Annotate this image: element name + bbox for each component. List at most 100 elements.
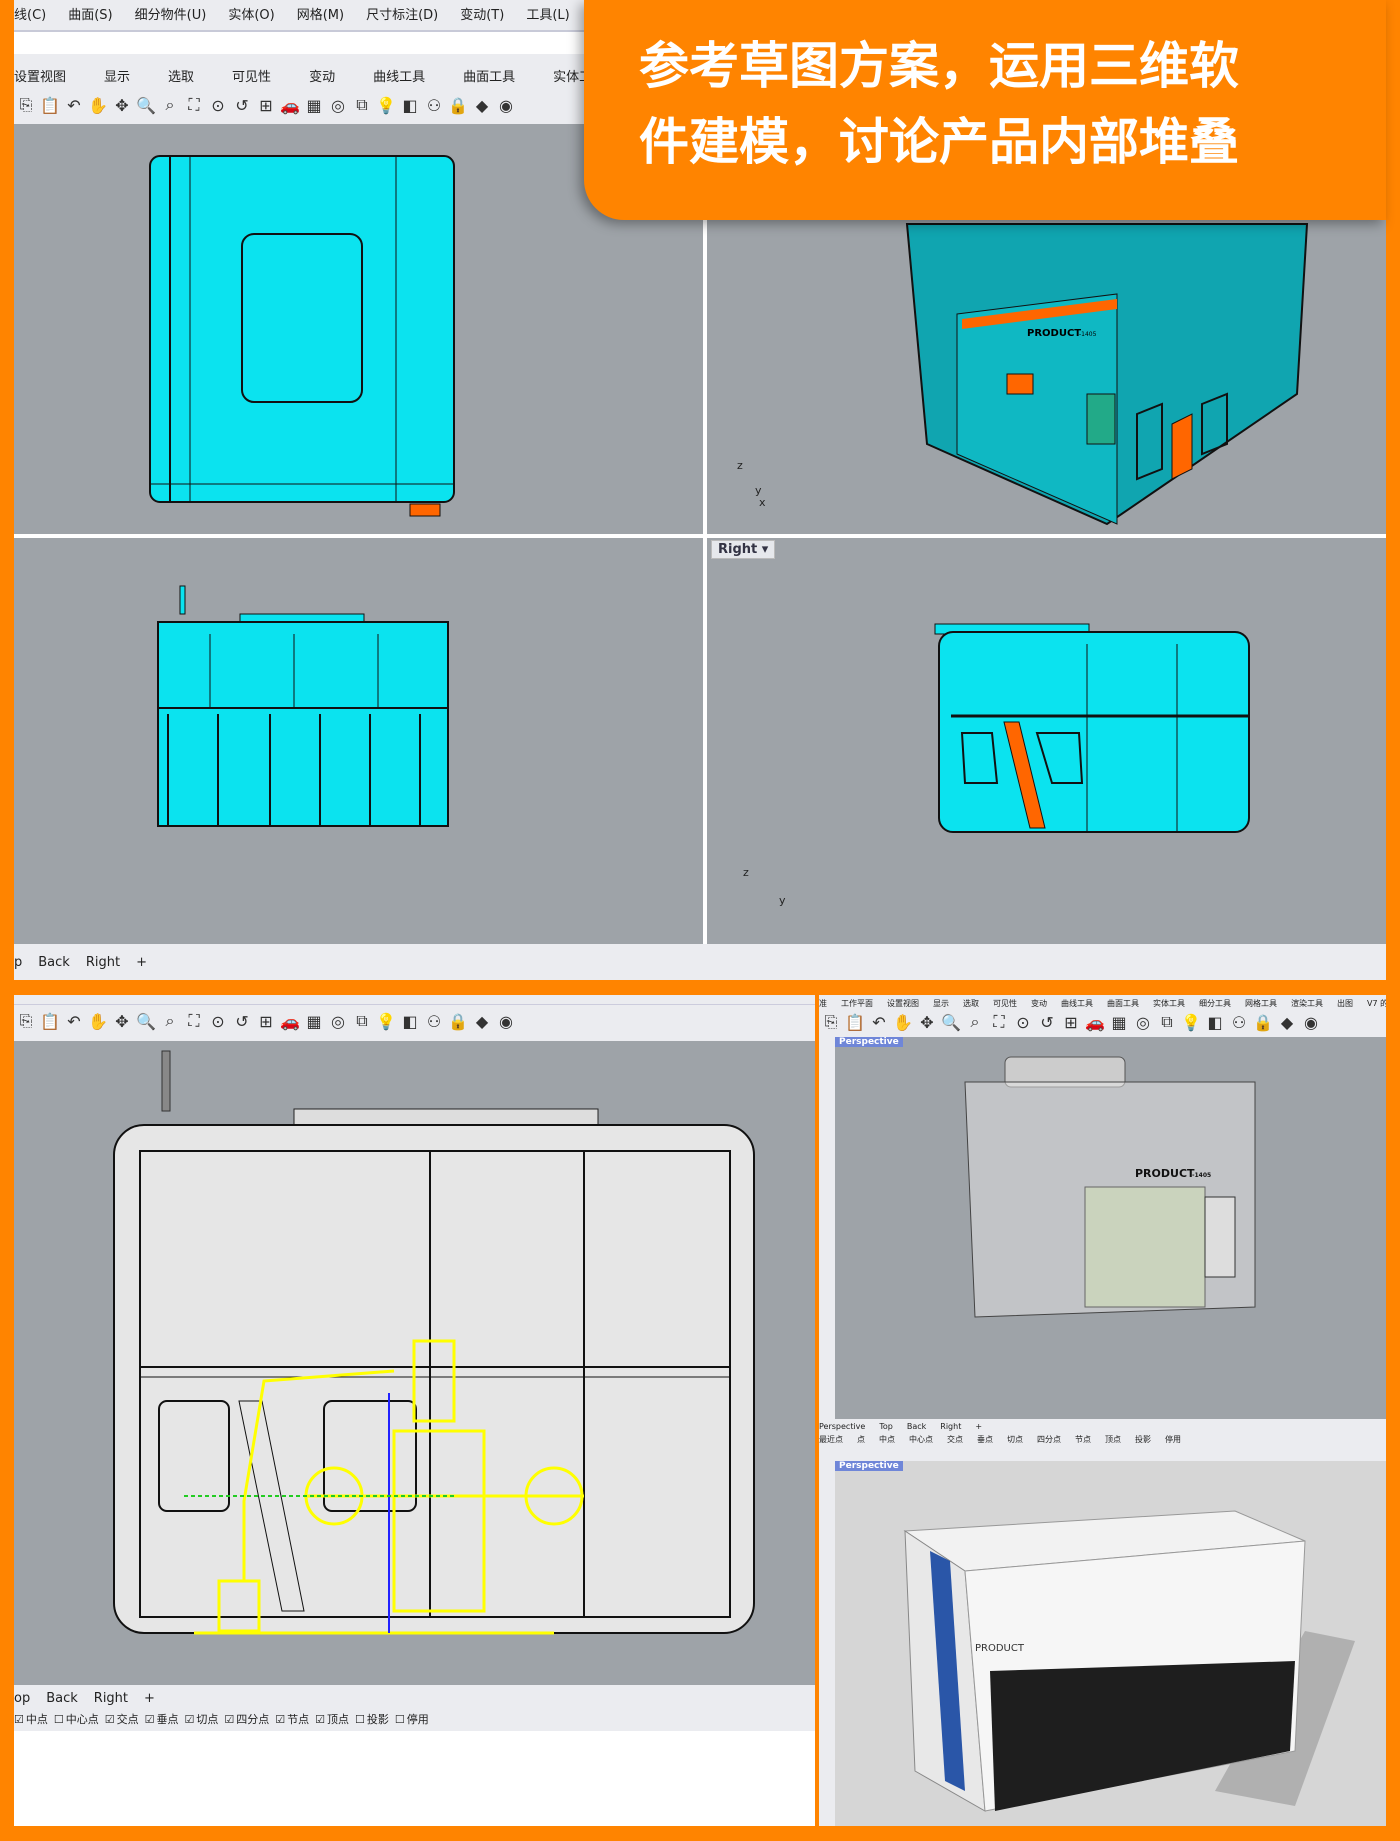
undo-view-icon[interactable]: ↺ <box>1035 1013 1059 1032</box>
toolbar-tab-5[interactable]: 曲线工具 <box>373 66 425 85</box>
light-toggle-icon[interactable]: ◧ <box>398 1012 422 1031</box>
copy-icon[interactable]: ⎘ <box>14 95 38 115</box>
viewport-right-label[interactable]: Right ▾ <box>711 540 776 559</box>
pan-hand-icon[interactable]: ✋ <box>86 96 110 115</box>
rotate-view-icon[interactable]: ✥ <box>110 1012 134 1031</box>
checkbox-icon[interactable]: ☑ <box>145 1713 155 1726</box>
zoom-selected-icon[interactable]: ⊙ <box>1011 1013 1035 1032</box>
checkbox-icon[interactable]: ☑ <box>105 1713 115 1726</box>
menu-item-7[interactable]: 工具(L) <box>526 4 569 23</box>
pan-hand-icon[interactable]: ✋ <box>891 1013 915 1032</box>
osnap-checkbox-9[interactable]: ☐ 停用 <box>395 1711 429 1727</box>
menu-tab-8[interactable]: 曲面工具 <box>1107 998 1139 1009</box>
menu-tab-14[interactable]: V7 的新功能 <box>1367 998 1386 1009</box>
checkbox-icon[interactable]: ☑ <box>14 1713 24 1726</box>
lock-icon[interactable]: 🔒 <box>446 1012 470 1031</box>
view-tab-3[interactable]: + <box>136 955 147 970</box>
view-tab-2[interactable]: Right <box>86 955 120 970</box>
menu-item-0[interactable]: 线(C) <box>14 4 46 23</box>
view-tab-0[interactable]: Perspective <box>819 1422 865 1431</box>
osnap-item-1[interactable]: 点 <box>857 1434 865 1445</box>
menu-item-3[interactable]: 实体(O) <box>228 4 274 23</box>
osnap-item-9[interactable]: 顶点 <box>1105 1434 1121 1445</box>
copy-icon[interactable]: ⎘ <box>819 1012 843 1032</box>
undo-view-icon[interactable]: ↺ <box>230 1012 254 1031</box>
viewport-perspective-rendered[interactable]: Perspective PRODUCT <box>835 1461 1386 1826</box>
toolbar-tab-3[interactable]: 可见性 <box>232 66 271 85</box>
toolbar-tab-0[interactable]: 设置视图 <box>14 66 66 85</box>
checkbox-icon[interactable]: ☑ <box>224 1713 234 1726</box>
rotate-view-icon[interactable]: ✥ <box>915 1013 939 1032</box>
viewport-front[interactable] <box>14 538 703 944</box>
light-icon[interactable]: 💡 <box>374 1012 398 1031</box>
snap-icon[interactable]: ⧉ <box>1155 1012 1179 1032</box>
toolbar-tab-1[interactable]: 显示 <box>104 66 130 85</box>
osnap-item-8[interactable]: 节点 <box>1075 1434 1091 1445</box>
menu-item-1[interactable]: 曲面(S) <box>68 4 112 23</box>
view-tab-1[interactable]: Back <box>38 955 70 970</box>
zoom-selected-icon[interactable]: ⊙ <box>206 1012 230 1031</box>
view-tab-1[interactable]: Back <box>46 1691 78 1706</box>
material-icon[interactable]: ◆ <box>470 1012 494 1031</box>
menu-item-6[interactable]: 变动(T) <box>460 4 504 23</box>
lights-icon[interactable]: ⚇ <box>1227 1013 1251 1032</box>
menu-tab-10[interactable]: 细分工具 <box>1199 998 1231 1009</box>
menu-tab-3[interactable]: 显示 <box>933 998 949 1009</box>
light-toggle-icon[interactable]: ◧ <box>1203 1013 1227 1032</box>
menu-tab-13[interactable]: 出图 <box>1337 998 1353 1009</box>
checkbox-icon[interactable]: ☑ <box>315 1713 325 1726</box>
checkbox-icon[interactable]: ☐ <box>355 1713 365 1726</box>
zoom-selected-icon[interactable]: ⊙ <box>206 96 230 115</box>
menu-item-2[interactable]: 细分物件(U) <box>135 4 207 23</box>
grid-icon[interactable]: ▦ <box>302 96 326 115</box>
osnap-item-11[interactable]: 停用 <box>1165 1434 1181 1445</box>
osnap-item-4[interactable]: 交点 <box>947 1434 963 1445</box>
view-tab-0[interactable]: op <box>14 1691 30 1706</box>
material-icon[interactable]: ◆ <box>470 96 494 115</box>
menu-tab-6[interactable]: 变动 <box>1031 998 1047 1009</box>
zoom-icon[interactable]: 🔍 <box>134 1012 158 1031</box>
grid-icon[interactable]: ▦ <box>1107 1013 1131 1032</box>
car-icon[interactable]: 🚗 <box>278 1012 302 1031</box>
osnap-checkbox-8[interactable]: ☐ 投影 <box>355 1711 389 1727</box>
car-icon[interactable]: 🚗 <box>278 96 302 115</box>
zoom-extents-icon[interactable]: ⛶ <box>182 1011 206 1031</box>
menu-tab-5[interactable]: 可见性 <box>993 998 1017 1009</box>
toolbar-tab-6[interactable]: 曲面工具 <box>463 66 515 85</box>
menu-tab-9[interactable]: 实体工具 <box>1153 998 1185 1009</box>
toolbar-tab-2[interactable]: 选取 <box>168 66 194 85</box>
menu-tab-2[interactable]: 设置视图 <box>887 998 919 1009</box>
zoom-window-icon[interactable]: ⌕ <box>158 95 182 115</box>
light-toggle-icon[interactable]: ◧ <box>398 96 422 115</box>
osnap-item-0[interactable]: 最近点 <box>819 1434 843 1445</box>
zoom-extents-icon[interactable]: ⛶ <box>987 1012 1011 1032</box>
lock-icon[interactable]: 🔒 <box>446 96 470 115</box>
undo-icon[interactable]: ↶ <box>62 1012 86 1031</box>
menu-tab-4[interactable]: 选取 <box>963 998 979 1009</box>
checkbox-icon[interactable]: ☑ <box>275 1713 285 1726</box>
menu-tab-12[interactable]: 渲染工具 <box>1291 998 1323 1009</box>
view-tab-1[interactable]: Top <box>879 1422 893 1431</box>
undo-icon[interactable]: ↶ <box>62 96 86 115</box>
color-wheel-icon[interactable]: ◉ <box>1299 1013 1323 1032</box>
checkbox-icon[interactable]: ☑ <box>185 1713 195 1726</box>
view-tab-0[interactable]: p <box>14 955 22 970</box>
paste-icon[interactable]: 📋 <box>843 1013 867 1032</box>
osnap-item-5[interactable]: 垂点 <box>977 1434 993 1445</box>
osnap-item-6[interactable]: 切点 <box>1007 1434 1023 1445</box>
light-icon[interactable]: 💡 <box>1179 1013 1203 1032</box>
lights-icon[interactable]: ⚇ <box>422 1012 446 1031</box>
osnap-checkbox-7[interactable]: ☑ 顶点 <box>315 1711 349 1727</box>
osnap-checkbox-5[interactable]: ☑ 四分点 <box>224 1711 269 1727</box>
osnap-checkbox-2[interactable]: ☑ 交点 <box>105 1711 139 1727</box>
menu-tab-1[interactable]: 工作平面 <box>841 998 873 1009</box>
view-tab-2[interactable]: Right <box>94 1691 128 1706</box>
paste-icon[interactable]: 📋 <box>38 1012 62 1031</box>
checkbox-icon[interactable]: ☐ <box>395 1713 405 1726</box>
osnap-item-10[interactable]: 投影 <box>1135 1434 1151 1445</box>
light-icon[interactable]: 💡 <box>374 96 398 115</box>
lock-icon[interactable]: 🔒 <box>1251 1013 1275 1032</box>
snap-icon[interactable]: ⧉ <box>350 95 374 115</box>
toolbar-tab-4[interactable]: 变动 <box>309 66 335 85</box>
menu-item-5[interactable]: 尺寸标注(D) <box>366 4 438 23</box>
